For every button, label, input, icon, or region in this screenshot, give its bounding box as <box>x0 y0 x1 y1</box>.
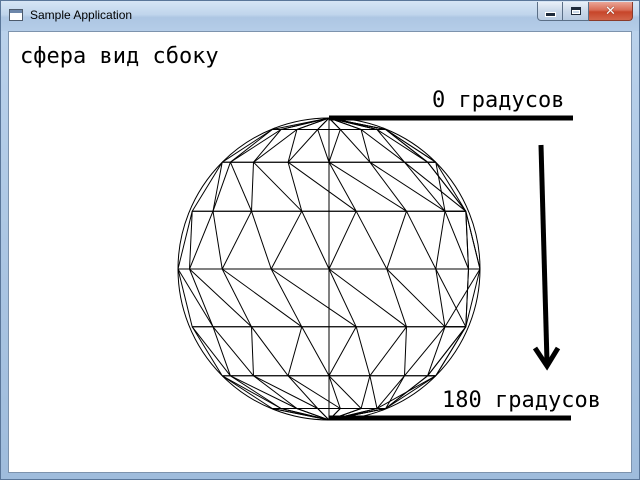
wireframe-edge <box>317 129 330 163</box>
wireframe-edge <box>212 211 223 270</box>
wireframe-edge <box>253 129 282 163</box>
wireframe-edge <box>404 161 446 212</box>
wireframe-edge <box>355 326 371 376</box>
wireframe-edge <box>360 375 371 409</box>
sphere-wireframe <box>177 117 481 421</box>
wireframe-edge <box>406 210 437 270</box>
wireframe-edge <box>251 162 254 212</box>
wireframe-edge <box>385 375 405 409</box>
wireframe-edge <box>287 375 341 409</box>
wireframe-edge <box>230 375 282 409</box>
wireframe-edge <box>444 211 469 270</box>
wireframe-edge <box>435 211 446 270</box>
wireframe-edge <box>328 161 407 212</box>
wireframe-edge <box>376 375 405 409</box>
wireframe-edge <box>386 268 407 327</box>
wireframe-edge <box>385 129 428 163</box>
wireframe-edge <box>376 129 428 163</box>
wireframe-edge <box>189 268 214 327</box>
wireframe-edge <box>229 162 252 212</box>
wireframe-edge <box>251 326 254 376</box>
wireframe-edge <box>376 375 437 409</box>
wireframe-edge <box>328 210 357 270</box>
wireframe-edge <box>251 211 272 270</box>
wireframe-edge <box>435 326 467 377</box>
wireframe-edge <box>212 326 254 377</box>
wireframe-edge <box>230 129 273 163</box>
wireframe-edge <box>221 129 273 163</box>
wireframe-edge <box>287 326 303 376</box>
wireframe-edge <box>189 268 252 328</box>
wireframe-edge <box>230 129 282 163</box>
caption-text: сфера вид сбоку <box>20 44 219 69</box>
wireframe-edge <box>270 268 303 328</box>
wireframe-edge <box>369 161 407 212</box>
wireframe-edge <box>301 326 330 377</box>
wireframe-edge <box>355 210 388 270</box>
wireframe-edge <box>189 211 214 270</box>
wireframe-edge <box>301 210 330 270</box>
wireframe-edge <box>221 268 252 328</box>
wireframe-edge <box>270 210 303 270</box>
wireframe-edge <box>177 268 214 328</box>
wireframe-edge <box>221 268 303 328</box>
label-0-degrees: 0 градусов <box>432 88 564 113</box>
wireframe-edge <box>404 161 467 212</box>
wireframe-edge <box>385 129 437 163</box>
label-180-degrees: 180 градусов <box>442 388 601 413</box>
wireframe-edge <box>369 375 378 409</box>
wireframe-edge <box>221 375 282 409</box>
wireframe-edge <box>221 210 252 270</box>
wireframe-edge <box>328 326 357 377</box>
wireframe-edge <box>328 375 341 409</box>
wireframe-edge <box>427 326 467 377</box>
wireframe-edge <box>328 161 357 212</box>
wireframe-edge <box>177 268 193 327</box>
wireframe-edge <box>221 375 273 409</box>
wireframe-edge <box>328 129 341 163</box>
wireframe-edge <box>191 326 231 377</box>
wireframe-edge <box>270 268 357 328</box>
wireframe-edge <box>404 326 407 376</box>
down-arrow-icon <box>532 144 561 371</box>
wireframe-edge <box>385 375 437 409</box>
wireframe-edge <box>386 211 407 270</box>
wireframe-edge <box>251 326 289 377</box>
wireframe-edge <box>376 129 405 163</box>
drawing-canvas: сфера вид сбоку 0 градусов 180 градусов <box>20 44 601 421</box>
wireframe-edge <box>191 326 223 377</box>
wireframe-edge <box>287 161 357 212</box>
wireframe-edge <box>328 375 362 409</box>
wireframe-edge <box>404 326 446 377</box>
wireframe-edge <box>369 326 407 377</box>
